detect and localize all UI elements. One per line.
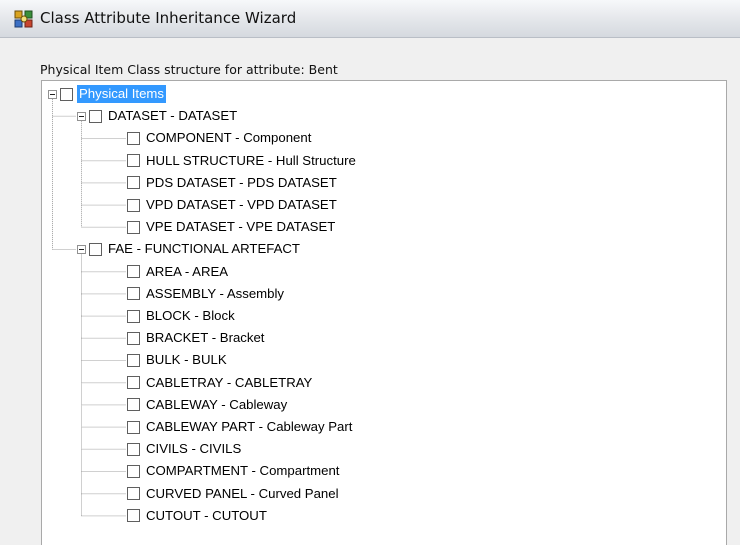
tree-node-group[interactable]: FAE - FUNCTIONAL ARTEFACT xyxy=(77,238,302,260)
node-checkbox[interactable] xyxy=(89,109,102,123)
node-checkbox[interactable] xyxy=(89,242,102,256)
node-checkbox[interactable] xyxy=(127,353,140,367)
node-checkbox[interactable] xyxy=(127,442,140,456)
tree-node-item[interactable]: HULL STRUCTURE - Hull Structure xyxy=(127,150,358,172)
node-label: HULL STRUCTURE - Hull Structure xyxy=(146,152,356,168)
node-label: VPE DATASET - VPE DATASET xyxy=(146,219,336,235)
tree-node-item[interactable]: CABLEWAY - Cableway xyxy=(127,394,289,416)
node-checkbox[interactable] xyxy=(60,87,73,101)
tree-node-item[interactable]: BULK - BULK xyxy=(127,349,229,371)
node-checkbox[interactable] xyxy=(127,309,140,323)
node-checkbox[interactable] xyxy=(127,131,140,145)
node-checkbox[interactable] xyxy=(127,464,140,478)
tree-node-item[interactable]: ASSEMBLY - Assembly xyxy=(127,283,286,305)
node-label: BLOCK - Block xyxy=(146,308,235,323)
node-checkbox[interactable] xyxy=(127,331,140,345)
tree-node-item[interactable]: BLOCK - Block xyxy=(127,305,237,327)
node-label: CIVILS - CIVILS xyxy=(146,441,242,457)
tree-node-item[interactable]: CIVILS - CIVILS xyxy=(127,438,243,460)
node-checkbox[interactable] xyxy=(127,509,140,523)
tree-node-item[interactable]: COMPONENT - Component xyxy=(127,127,313,149)
node-label: PDS DATASET - PDS DATASET xyxy=(146,174,337,190)
node-checkbox[interactable] xyxy=(127,376,140,390)
collapse-toggle-icon[interactable] xyxy=(77,244,86,254)
node-label: ASSEMBLY - Assembly xyxy=(146,285,285,301)
node-label: CABLEWAY PART - Cableway Part xyxy=(146,419,353,434)
node-checkbox[interactable] xyxy=(127,154,140,168)
node-checkbox[interactable] xyxy=(127,287,140,301)
tree-node-item[interactable]: CABLETRAY - CABLETRAY xyxy=(127,372,314,394)
node-label: FAE - FUNCTIONAL ARTEFACT xyxy=(108,241,300,257)
node-label: DATASET - DATASET xyxy=(108,108,238,124)
tree-node-item[interactable]: VPD DATASET - VPD DATASET xyxy=(127,194,339,216)
node-checkbox[interactable] xyxy=(127,265,140,279)
tree-node-item[interactable]: CURVED PANEL - Curved Panel xyxy=(127,483,341,505)
tree-node-item[interactable]: COMPARTMENT - Compartment xyxy=(127,460,341,482)
structure-caption: Physical Item Class structure for attrib… xyxy=(40,62,338,77)
node-label: VPD DATASET - VPD DATASET xyxy=(146,197,337,212)
tree-node-item[interactable]: CUTOUT - CUTOUT xyxy=(127,505,269,527)
node-label: AREA - AREA xyxy=(146,263,229,279)
class-wizard-icon xyxy=(14,10,33,28)
node-label: Physical Items xyxy=(77,85,167,103)
node-label: CABLEWAY - Cableway xyxy=(146,396,288,412)
node-label: CABLETRAY - CABLETRAY xyxy=(146,374,313,390)
node-checkbox[interactable] xyxy=(127,420,140,434)
node-checkbox[interactable] xyxy=(127,220,140,234)
collapse-toggle-icon[interactable] xyxy=(77,111,86,121)
tree-node-item[interactable]: CABLEWAY PART - Cableway Part xyxy=(127,416,354,438)
tree-node-item[interactable]: PDS DATASET - PDS DATASET xyxy=(127,172,339,194)
node-checkbox[interactable] xyxy=(127,487,140,501)
node-label: CUTOUT - CUTOUT xyxy=(146,507,267,523)
title-bar[interactable]: Class Attribute Inheritance Wizard xyxy=(0,0,740,38)
node-checkbox[interactable] xyxy=(127,176,140,190)
node-checkbox[interactable] xyxy=(127,398,140,412)
class-tree-view[interactable]: Physical Items DATASET - DATASET COMPONENT… xyxy=(41,80,727,545)
node-label: BULK - BULK xyxy=(146,352,227,368)
node-label: CURVED PANEL - Curved Panel xyxy=(146,485,339,501)
node-label: COMPARTMENT - Compartment xyxy=(146,463,340,479)
tree-node-item[interactable]: VPE DATASET - VPE DATASET xyxy=(127,216,337,238)
tree-node-item[interactable]: AREA - AREA xyxy=(127,261,230,283)
node-label: BRACKET - Bracket xyxy=(146,330,265,346)
node-checkbox[interactable] xyxy=(127,198,140,212)
window-title: Class Attribute Inheritance Wizard xyxy=(40,9,297,27)
tree-node-item[interactable]: BRACKET - Bracket xyxy=(127,327,266,349)
tree-node-root[interactable]: Physical Items xyxy=(48,83,167,105)
collapse-toggle-icon[interactable] xyxy=(48,89,57,99)
tree-node-group[interactable]: DATASET - DATASET xyxy=(77,105,239,127)
node-label: COMPONENT - Component xyxy=(146,130,312,146)
